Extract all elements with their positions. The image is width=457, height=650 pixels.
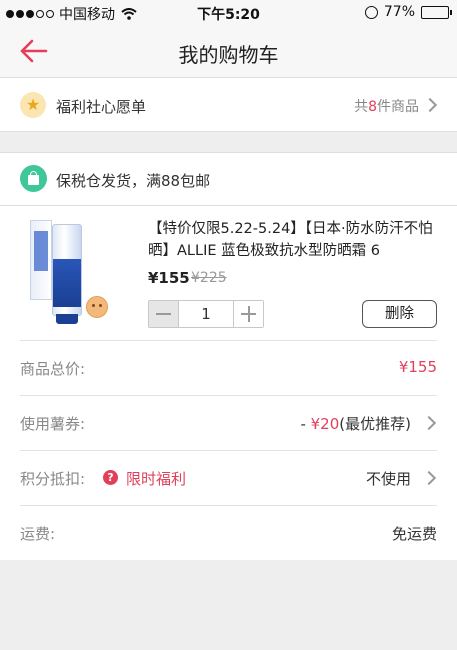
chevron-right-icon — [421, 470, 437, 486]
total-price-row: 商品总价: ¥155 — [20, 340, 437, 394]
delete-button[interactable]: 删除 — [362, 300, 437, 328]
product-price: ¥155 — [148, 269, 190, 287]
total-price-value: ¥155 — [398, 358, 437, 376]
cart-item: 【特价仅限5.22-5.24】【日本·防水防汗不怕晒】ALLIE 蓝色极致抗水型… — [0, 206, 457, 560]
points-value: 不使用 — [365, 470, 411, 488]
wishlist-row[interactable]: ★ 福利社心愿单 共8件商品 — [0, 78, 457, 132]
quantity-stepper: 1 — [148, 300, 264, 328]
product-image[interactable] — [20, 218, 130, 328]
page-title: 我的购物车 — [178, 43, 279, 67]
navigation-bar: 我的购物车 — [0, 26, 457, 78]
increase-quantity-button[interactable] — [234, 301, 263, 327]
rotation-lock-icon — [364, 5, 378, 19]
wishlist-label: 福利社心愿单 — [56, 98, 147, 116]
coupon-label: 使用薯券: — [20, 415, 86, 433]
status-bar: 中国移动 下午5:20 77% — [0, 0, 457, 26]
coupon-row[interactable]: 使用薯券: - ¥20(最优推荐) — [20, 395, 437, 449]
coupon-value: - ¥20(最优推荐) — [300, 415, 411, 433]
wishlist-count-number: 8 — [368, 99, 377, 115]
battery-icon — [421, 5, 452, 19]
question-mark-icon[interactable]: ? — [103, 470, 118, 485]
battery-percentage: 77% — [383, 4, 415, 20]
wishlist-count: 共8件商品 — [354, 99, 419, 115]
chevron-right-icon — [421, 415, 437, 431]
shipping-label: 保税仓发货，满88包邮 — [56, 172, 211, 190]
points-row[interactable]: 积分抵扣: ? 限时福利 不使用 — [20, 450, 437, 504]
shipping-header: 保税仓发货，满88包邮 — [0, 152, 457, 206]
limited-offer-label: 限时福利 — [126, 470, 187, 488]
product-original-price: ¥225 — [191, 270, 227, 286]
decrease-quantity-button[interactable] — [149, 301, 178, 327]
shipping-fee-value: 免运费 — [391, 525, 437, 543]
chevron-right-icon — [422, 97, 438, 113]
points-label: 积分抵扣: — [20, 470, 86, 488]
quantity-value[interactable]: 1 — [178, 301, 234, 327]
shopping-bag-icon — [20, 165, 47, 192]
star-icon: ★ — [20, 92, 46, 118]
total-price-label: 商品总价: — [20, 360, 86, 378]
shipping-fee-label: 运费: — [20, 525, 56, 543]
product-title[interactable]: 【特价仅限5.22-5.24】【日本·防水防汗不怕晒】ALLIE 蓝色极致抗水型… — [148, 218, 443, 262]
shipping-fee-row: 运费: 免运费 — [20, 505, 437, 559]
